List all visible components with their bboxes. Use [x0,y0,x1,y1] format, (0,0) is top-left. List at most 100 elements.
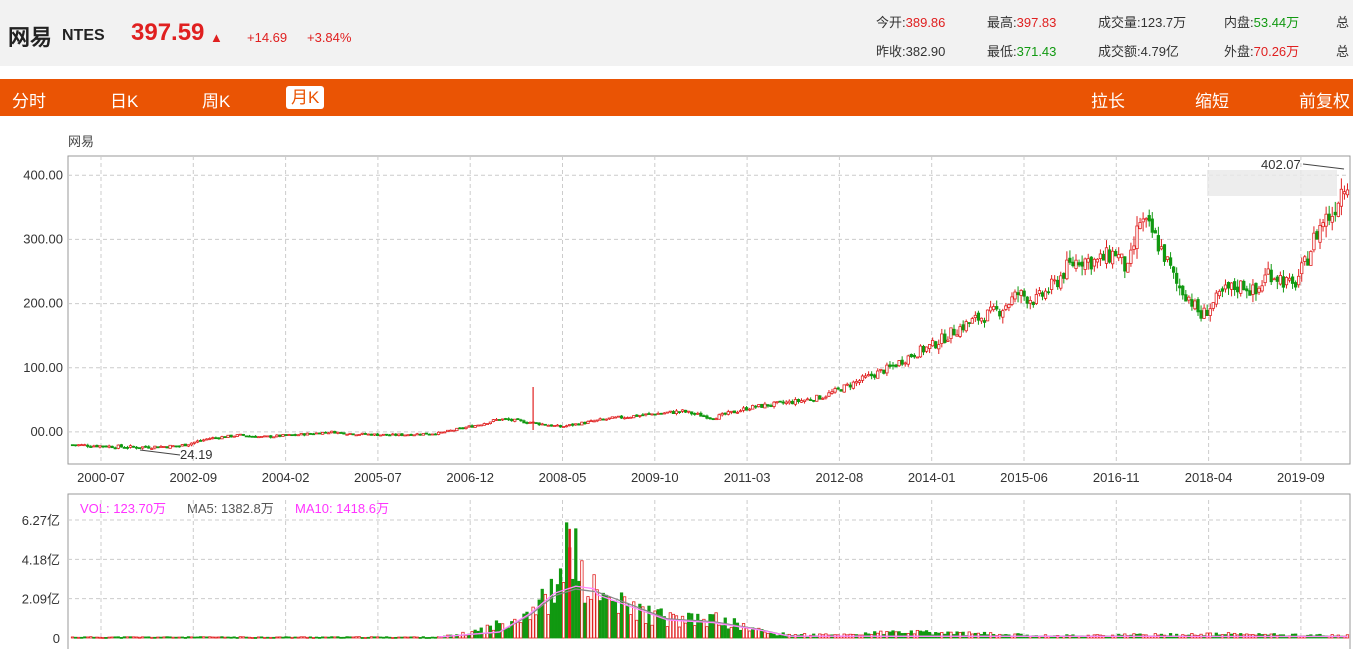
candle-body [278,434,282,437]
candle-body [1165,256,1170,260]
candle-body [1342,191,1347,195]
volume-bar [144,636,148,639]
candle-body [866,374,871,377]
candle-body [183,443,187,447]
candle-body [1275,276,1279,282]
volume-bar [720,625,724,639]
candle-body [787,400,791,404]
candle-body [199,440,203,442]
volume-bar [897,631,901,639]
tab-monthly[interactable]: 月K [286,86,325,109]
volume-bar [177,636,181,639]
stretch-button[interactable]: 拉长 [1091,87,1125,112]
candle-body [1126,262,1130,273]
candle-body [1083,258,1087,270]
candle-body [1294,282,1298,288]
candle-body [1065,259,1069,280]
volume-bar [729,626,733,639]
volume-bar [546,614,550,639]
tab-weekly[interactable]: 周K [202,87,230,112]
candle-body [516,418,520,421]
volume-bar [391,636,395,639]
volume-bar [189,636,194,639]
volume-bar [192,636,197,639]
candle-body [589,420,593,422]
candle-body [757,404,761,407]
candle-body [150,448,154,450]
candle-body [931,340,935,347]
candle-body [824,396,828,399]
volume-bar [592,574,596,639]
candle-body [927,344,932,349]
candle-body [302,433,306,436]
candle-body [513,418,517,422]
candle-body [324,431,328,434]
candle-body [1336,202,1340,217]
adjust-button[interactable]: 前复权 [1299,87,1350,112]
volume-bar [153,636,157,639]
candle-body [314,432,319,435]
volume-bar [168,636,172,639]
candle-body [162,446,166,448]
candle-body [195,440,200,443]
candle-body [821,397,825,400]
candle-body [1016,292,1020,296]
candle-body [89,446,93,448]
volume-bar [348,636,352,639]
candle-body [561,426,566,428]
candle-body [147,446,151,449]
candle-body [955,334,959,337]
ma10-legend: MA10: 1418.6万 [295,501,389,516]
candle-body [696,412,700,415]
candle-body [629,416,633,419]
candle-body [235,434,239,437]
volume-bar [284,636,288,639]
candle-body [1345,189,1350,196]
candle-body [1211,302,1215,309]
x-tick-label: 2019-09 [1277,470,1325,485]
volume-bar [580,560,584,639]
volume-bar [1208,632,1212,639]
volume-bar [668,612,672,639]
volume-bar [659,608,663,639]
candle-body [1229,282,1234,290]
candle-body [790,401,794,405]
volume-bar [324,636,328,639]
volume-bar [220,636,224,639]
volume-bar [635,619,639,639]
volume-bar [644,623,648,639]
candle-body [839,389,843,392]
candle-body [995,306,999,310]
volume-bar [744,627,749,639]
volume-bar [156,636,160,639]
candle-body [519,419,523,422]
volume-bar [626,604,630,639]
candle-body [491,419,496,422]
candle-body [375,433,380,436]
tab-daily[interactable]: 日K [110,87,138,112]
volume-bar [1190,633,1194,639]
kline-chart[interactable]: 网易 400.00 300.00 200.00 100.00 00.00 2000-07… [0,116,1353,649]
volume-bar [574,528,578,639]
min-annotation: 24.19 [180,447,213,462]
volume-bar [778,634,782,639]
volume-bar [616,612,621,639]
candle-body [888,364,892,367]
volume-bar [540,588,544,639]
tab-intraday[interactable]: 分时 [12,87,46,112]
candle-body [851,381,855,389]
candle-body [802,399,807,402]
candle-body [131,445,136,448]
candle-body [1086,258,1090,263]
shorten-button[interactable]: 缩短 [1195,87,1229,112]
candle-body [1135,225,1139,249]
volume-bar [211,636,215,639]
candle-body [494,419,499,421]
candle-body [1141,218,1145,223]
candle-body [714,418,718,421]
candle-body [1236,286,1240,293]
candle-body [241,434,245,436]
candle-body [330,430,334,434]
volume-bar [116,636,120,639]
volume-bar [958,632,962,639]
